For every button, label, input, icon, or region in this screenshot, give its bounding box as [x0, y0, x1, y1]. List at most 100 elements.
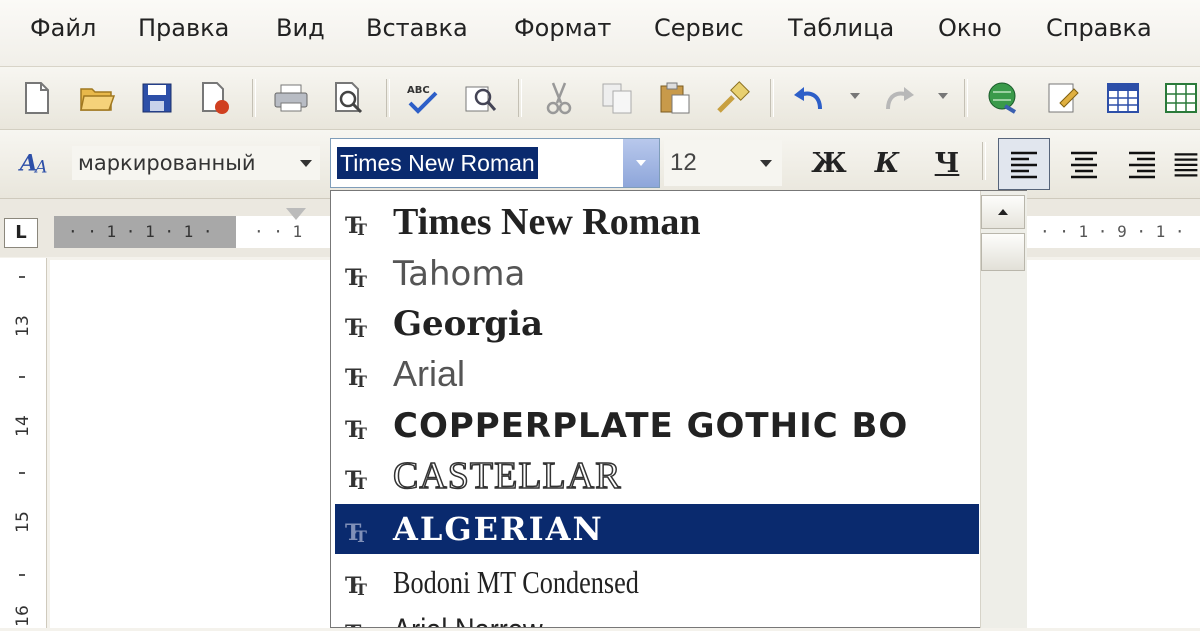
font-size-dropdown-arrow[interactable]	[760, 160, 772, 167]
font-option-label: ALGERIAN	[393, 510, 604, 548]
font-list-scrollbar[interactable]	[980, 191, 1027, 628]
spelling-icon[interactable]: ABC	[404, 79, 442, 117]
menu-view[interactable]: Вид	[276, 14, 325, 42]
truetype-icon: TT	[345, 315, 367, 339]
align-left-button[interactable]	[998, 138, 1050, 190]
justify-icon	[1174, 153, 1198, 177]
align-right-icon	[1129, 151, 1155, 179]
style-combobox[interactable]: маркированный	[72, 146, 320, 180]
truetype-icon: TT	[345, 265, 367, 289]
justify-button[interactable]	[1172, 138, 1200, 190]
cut-icon[interactable]	[540, 79, 578, 117]
insert-excel-icon[interactable]	[1162, 79, 1200, 117]
font-option-algerian[interactable]: TT ALGERIAN	[335, 504, 979, 554]
font-dropdown-button[interactable]	[623, 139, 659, 187]
font-option-copperplate-gothic[interactable]: TT COPPERPLATE GOTHIC BO	[335, 401, 979, 451]
undo-icon[interactable]	[790, 79, 828, 117]
svg-text:T: T	[355, 372, 367, 389]
vruler-number-15: 15	[13, 511, 33, 533]
font-option-arial-narrow[interactable]: TT Arial Narrow	[335, 605, 979, 627]
toolbar-separator	[964, 79, 968, 117]
menu-help[interactable]: Справка	[1046, 14, 1152, 42]
style-dropdown-arrow[interactable]	[300, 160, 312, 167]
redo-icon[interactable]	[880, 79, 918, 117]
font-option-times-new-roman[interactable]: TT Times New Roman	[335, 197, 979, 247]
svg-text:A: A	[33, 157, 47, 177]
ruler-left-ticks: · · 1 · 1 · 1 ·	[68, 222, 213, 241]
menu-bar: Файл Правка Вид Вставка Формат Сервис Та…	[0, 0, 1200, 67]
truetype-icon: TT	[345, 573, 367, 597]
font-option-label: Arial	[393, 353, 466, 394]
styles-formatting-icon[interactable]: AA	[18, 142, 56, 180]
ruler-right-area: · · 1 · 9 · 1 ·	[1026, 216, 1200, 248]
ruler-left-margin: · · 1 · 1 · 1 ·	[54, 216, 236, 248]
bold-button[interactable]: Ж	[808, 142, 850, 184]
font-dropdown-list: TT Times New Roman TT Tahoma TT Georgia …	[330, 190, 1027, 628]
italic-button[interactable]: К	[866, 142, 908, 184]
truetype-icon: TT	[345, 467, 367, 491]
hyperlink-icon[interactable]	[984, 79, 1022, 117]
redo-dropdown-arrow[interactable]	[938, 93, 948, 99]
ruler-page-area: · · 1	[236, 216, 330, 248]
undo-dropdown-arrow[interactable]	[850, 93, 860, 99]
truetype-icon: TT	[345, 621, 362, 627]
font-option-label: Arial Narrow	[393, 605, 543, 627]
align-center-button[interactable]	[1058, 138, 1110, 190]
menu-insert[interactable]: Вставка	[366, 14, 468, 42]
svg-text:T: T	[355, 474, 367, 491]
font-option-label: COPPERPLATE GOTHIC BO	[393, 406, 909, 446]
scrollbar-thumb[interactable]	[981, 233, 1025, 271]
tab-selector[interactable]: L	[4, 218, 38, 248]
ruler-right-ticks: · · 1 · 9 · 1 ·	[1040, 222, 1185, 241]
menu-table[interactable]: Таблица	[788, 14, 894, 42]
insert-table-icon[interactable]	[1104, 79, 1142, 117]
menu-format[interactable]: Формат	[514, 14, 611, 42]
scroll-up-button[interactable]	[981, 195, 1025, 229]
open-folder-icon[interactable]	[78, 79, 116, 117]
vruler-number-16: 16	[13, 605, 33, 627]
tables-borders-icon[interactable]	[1044, 79, 1082, 117]
research-icon[interactable]	[462, 79, 500, 117]
font-option-label: Tahoma	[393, 254, 526, 294]
font-input[interactable]: Times New Roman	[337, 147, 538, 179]
truetype-icon: TT	[345, 365, 367, 389]
font-combobox[interactable]: Times New Roman	[330, 138, 660, 188]
ruler-tick	[19, 472, 25, 474]
menu-file[interactable]: Файл	[30, 14, 96, 42]
font-option-bodoni-mt-condensed[interactable]: TT Bodoni MT Condensed	[335, 557, 979, 607]
font-option-arial[interactable]: TT Arial	[335, 349, 979, 399]
new-document-icon[interactable]	[18, 79, 56, 117]
font-option-castellar[interactable]: TT CASTELLAR	[335, 451, 979, 501]
font-option-tahoma[interactable]: TT Tahoma	[335, 249, 979, 299]
vertical-ruler: 13 14 15 16	[0, 258, 47, 628]
save-icon[interactable]	[138, 79, 176, 117]
truetype-icon: TT	[345, 417, 367, 441]
truetype-icon: TT	[345, 520, 367, 544]
truetype-icon: TT	[345, 213, 367, 237]
underline-label: Ч	[934, 147, 960, 179]
standard-toolbar: ABC	[0, 67, 1200, 130]
ruler-tick	[19, 574, 25, 576]
align-right-button[interactable]	[1116, 138, 1168, 190]
font-option-label: Times New Roman	[393, 201, 701, 243]
font-option-georgia[interactable]: TT Georgia	[335, 299, 979, 349]
menu-window[interactable]: Окно	[938, 14, 1002, 42]
svg-text:T: T	[355, 527, 367, 544]
menu-edit[interactable]: Правка	[138, 14, 229, 42]
first-line-indent-marker[interactable]	[286, 208, 306, 220]
chevron-down-icon	[636, 160, 646, 166]
svg-text:T: T	[355, 580, 367, 597]
align-center-icon	[1071, 151, 1097, 179]
copy-icon[interactable]	[598, 79, 636, 117]
print-icon[interactable]	[272, 79, 310, 117]
font-size-value: 12	[670, 149, 697, 176]
permissions-icon[interactable]	[196, 79, 234, 117]
toolbar-separator	[518, 79, 522, 117]
font-option-label: CASTELLAR	[392, 454, 622, 498]
format-painter-icon[interactable]	[714, 79, 752, 117]
paste-icon[interactable]	[656, 79, 694, 117]
menu-tools[interactable]: Сервис	[654, 14, 744, 42]
tab-selector-label: L	[15, 222, 27, 243]
underline-button[interactable]: Ч	[926, 142, 968, 184]
print-preview-icon[interactable]	[330, 79, 368, 117]
